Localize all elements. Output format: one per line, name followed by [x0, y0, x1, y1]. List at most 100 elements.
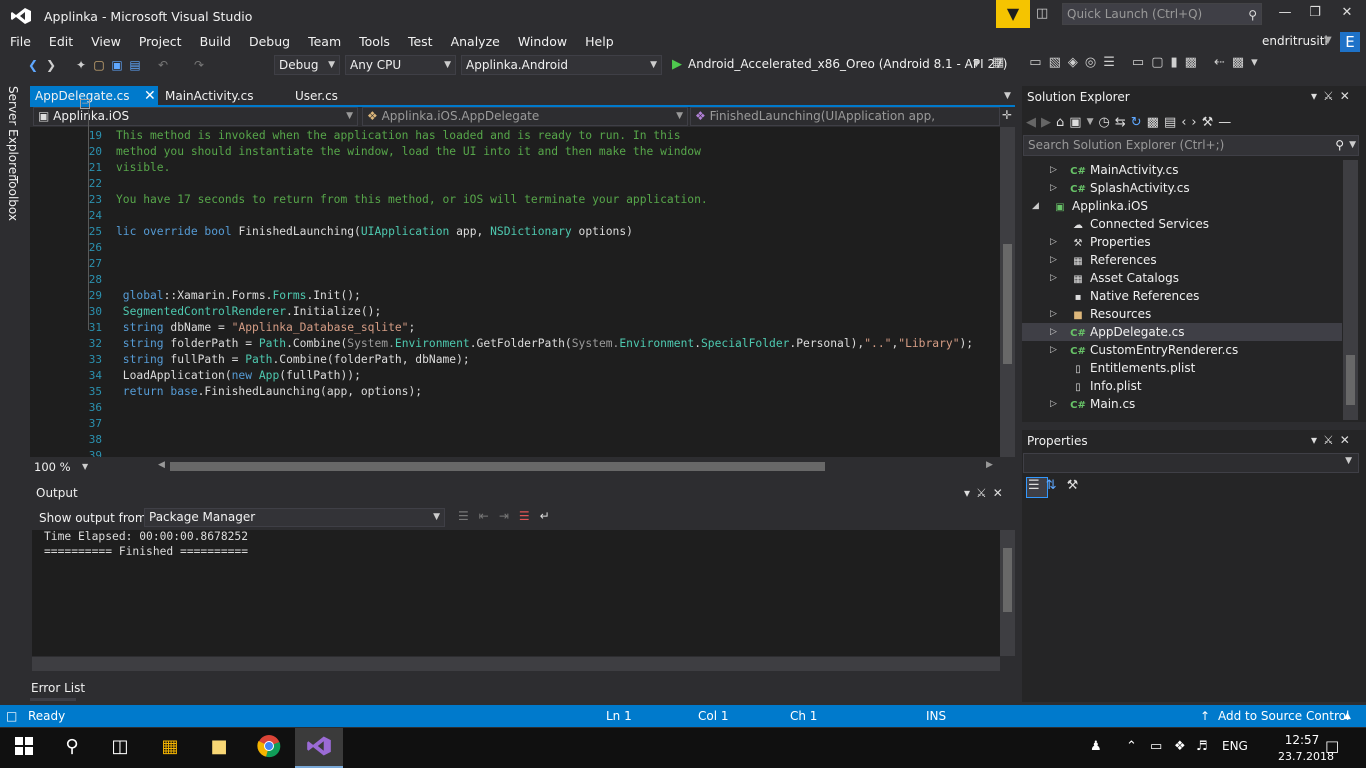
notifications-icon[interactable]: □: [1325, 737, 1339, 755]
tree-item-references[interactable]: ▷ ▦ References: [1022, 251, 1342, 269]
start-debugging-play-icon[interactable]: ▶: [672, 57, 682, 72]
chevron-down-icon[interactable]: ▾: [1311, 89, 1323, 103]
next-message-icon[interactable]: ⇥: [499, 509, 519, 523]
monitor-icon[interactable]: ▭: [1132, 55, 1151, 70]
tree-item-asset-catalogs[interactable]: ▷ ▦ Asset Catalogs: [1022, 269, 1342, 287]
expand-arrow-icon[interactable]: ▷: [1050, 179, 1057, 197]
expand-arrow-icon[interactable]: ▷: [1050, 323, 1057, 341]
scroll-left-icon[interactable]: ◀: [158, 460, 165, 470]
toolbar-overflow-icon[interactable]: ▾: [1251, 55, 1265, 70]
property-pages-wrench-icon[interactable]: ⚒: [1067, 478, 1085, 493]
chevron-down-icon[interactable]: ▼: [1349, 136, 1356, 155]
expand-arrow-icon[interactable]: ▷: [1050, 395, 1057, 413]
output-text-area[interactable]: Time Elapsed: 00:00:00.8678252 =========…: [32, 530, 1000, 656]
expand-arrow-icon[interactable]: ▷: [1050, 305, 1057, 323]
windows-start-icon[interactable]: [9, 737, 39, 760]
collapse-all-icon[interactable]: ▩: [1147, 115, 1164, 130]
chevron-up-icon[interactable]: ⌃: [1126, 739, 1137, 754]
tree-item-applinka-ios[interactable]: ◢ ▣ Applinka.iOS: [1022, 197, 1342, 215]
code-editor[interactable]: 19 20 21 22 23 24 25 26 27 28 29 30 31 3…: [30, 127, 1000, 457]
close-window-button[interactable]: ✕: [1332, 5, 1362, 20]
collapse-arrow-icon[interactable]: ◢: [1032, 197, 1039, 215]
chevron-down-icon[interactable]: ▼: [82, 462, 88, 471]
bookmark-next-icon[interactable]: ▩: [1232, 55, 1251, 70]
chevron-down-icon[interactable]: ▾: [964, 486, 976, 500]
notifications-filter-icon[interactable]: ▼: [996, 0, 1030, 28]
menu-analyze[interactable]: Analyze: [441, 33, 508, 51]
code-line[interactable]: You have 17 seconds to return from this …: [116, 193, 708, 206]
solution-explorer-scroll-thumb[interactable]: [1346, 355, 1355, 405]
expand-arrow-icon[interactable]: ▷: [1050, 233, 1057, 251]
tree-item-appdelegate[interactable]: ▷ C# AppDelegate.cs: [1022, 323, 1342, 341]
show-all-files-icon[interactable]: ▤: [1164, 115, 1181, 130]
save-all-icon[interactable]: ▤: [126, 58, 144, 72]
menu-test[interactable]: Test: [398, 33, 441, 51]
collapse-region-icon[interactable]: −: [80, 99, 90, 109]
people-icon[interactable]: ♟: [1090, 739, 1102, 754]
scroll-right-icon[interactable]: ▶: [986, 460, 993, 470]
undo-icon[interactable]: ↶: [154, 58, 172, 72]
editor-horizontal-scroll-thumb[interactable]: [170, 462, 825, 471]
view-code-icon[interactable]: ‹›: [1181, 115, 1201, 130]
grid-icon[interactable]: ▩: [1185, 55, 1204, 70]
camera-icon[interactable]: ◈: [1068, 55, 1085, 70]
maximize-button[interactable]: ❐: [1300, 5, 1330, 20]
code-line[interactable]: global::Xamarin.Forms.Forms.Init();: [116, 289, 361, 302]
home-icon[interactable]: ⌂: [1056, 115, 1069, 130]
menu-team[interactable]: Team: [298, 33, 349, 51]
close-icon[interactable]: ✕: [1340, 433, 1356, 447]
tree-item-properties[interactable]: ▷ ⚒ Properties: [1022, 233, 1342, 251]
navigate-forward-icon[interactable]: ❯: [42, 58, 60, 72]
expand-arrow-icon[interactable]: ▷: [1050, 269, 1057, 287]
code-line[interactable]: string dbName = "Applinka_Database_sqlit…: [116, 321, 416, 334]
search-icon[interactable]: ⚲: [1335, 136, 1344, 155]
split-editor-icon[interactable]: ✛: [1002, 108, 1012, 122]
run-target-button[interactable]: Android_Accelerated_x86_Oreo (Android 8.…: [688, 57, 1007, 71]
file-explorer-icon[interactable]: ■: [204, 736, 234, 757]
tab-mainactivity[interactable]: MainActivity.cs: [160, 86, 253, 106]
properties-wrench-icon[interactable]: ⚒: [1202, 115, 1219, 130]
menu-window[interactable]: Window: [508, 33, 575, 51]
chevron-down-icon[interactable]: ▼: [1004, 91, 1011, 101]
sync-icon[interactable]: ⇆: [1115, 115, 1131, 130]
close-icon[interactable]: ✕: [144, 86, 156, 106]
avatar[interactable]: E: [1340, 32, 1360, 52]
error-list-tab[interactable]: Error List: [31, 681, 85, 695]
device-manager-icon[interactable]: ▦: [992, 55, 1011, 70]
redo-icon[interactable]: ↷: [190, 58, 208, 72]
tablet-icon[interactable]: ▮: [1170, 55, 1184, 70]
pin-icon[interactable]: ⚔: [1323, 89, 1340, 103]
tab-user[interactable]: User.cs: [290, 86, 338, 106]
chevron-down-icon[interactable]: ▾: [1311, 433, 1323, 447]
tree-item-customentryrenderer[interactable]: ▷ C# CustomEntryRenderer.cs: [1022, 341, 1342, 359]
code-line[interactable]: lic override bool FinishedLaunching(UIAp…: [116, 225, 633, 238]
minus-icon[interactable]: —: [1218, 115, 1236, 130]
feedback-icon[interactable]: ◫: [1036, 6, 1048, 21]
expand-arrow-icon[interactable]: ▷: [1050, 251, 1057, 269]
solution-search-input[interactable]: Search Solution Explorer (Ctrl+;) ⚲ ▼: [1023, 135, 1359, 156]
tree-item-entitlements[interactable]: ▯ Entitlements.plist: [1022, 359, 1342, 377]
chevron-down-icon[interactable]: ▼: [1324, 35, 1332, 46]
refresh-icon[interactable]: ↻: [1131, 115, 1147, 130]
menu-view[interactable]: View: [81, 33, 129, 51]
chrome-icon[interactable]: [254, 734, 284, 763]
server-explorer-tab[interactable]: Server Explorer: [6, 86, 20, 179]
output-horizontal-scrollbar[interactable]: [32, 657, 1000, 671]
tree-item-splashactivity[interactable]: ▷ C# SplashActivity.cs: [1022, 179, 1342, 197]
code-line[interactable]: string fullPath = Path.Combine(folderPat…: [116, 353, 470, 366]
properties-object-dropdown[interactable]: ▼: [1023, 453, 1359, 473]
tree-item-mainactivity[interactable]: ▷ C# MainActivity.cs: [1022, 161, 1342, 179]
visual-studio-taskbar-icon[interactable]: [304, 734, 334, 763]
menu-file[interactable]: File: [0, 33, 39, 51]
user-account-name[interactable]: endritrusiti: [1262, 34, 1328, 48]
quick-launch-input[interactable]: Quick Launch (Ctrl+Q) ⚲: [1062, 3, 1262, 25]
startup-project-dropdown[interactable]: Applinka.Android ▼: [461, 55, 662, 75]
volume-icon[interactable]: ♬: [1196, 739, 1208, 754]
platform-dropdown[interactable]: Any CPU ▼: [345, 55, 456, 75]
menu-debug[interactable]: Debug: [239, 33, 298, 51]
add-to-source-control-button[interactable]: Add to Source Control: [1218, 709, 1349, 723]
pending-changes-icon[interactable]: ◷: [1098, 115, 1114, 130]
task-view-icon[interactable]: ◫: [105, 736, 135, 757]
code-line[interactable]: LoadApplication(new App(fullPath));: [116, 369, 361, 382]
new-project-icon[interactable]: ✦: [72, 58, 90, 72]
